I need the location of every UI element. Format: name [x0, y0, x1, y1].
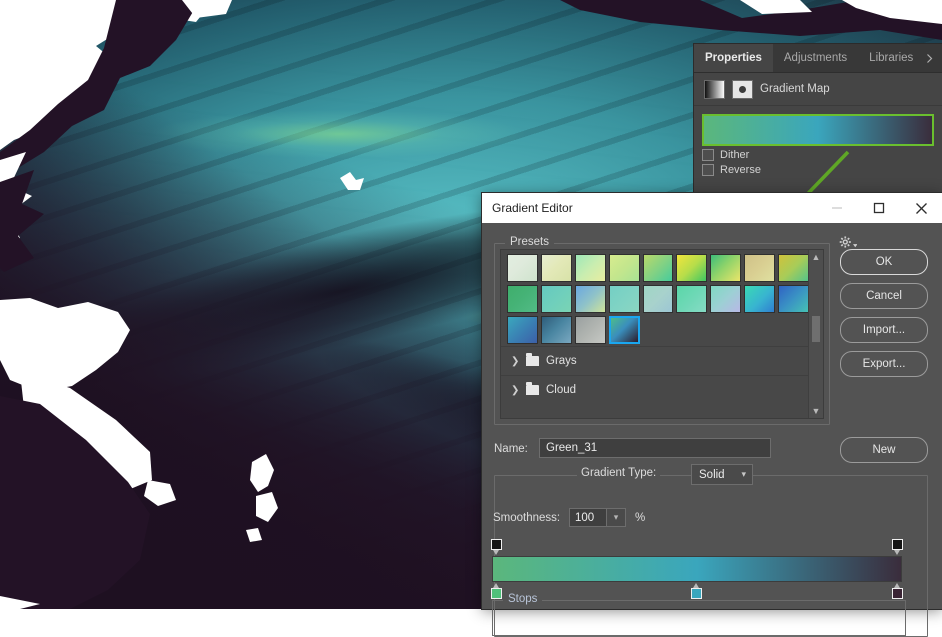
preset-swatch-selected[interactable] [609, 316, 640, 344]
name-input[interactable]: Green_31 [539, 438, 771, 458]
preset-folder-label: Cloud [546, 384, 576, 396]
color-stop[interactable] [892, 588, 903, 599]
reverse-row[interactable]: Reverse [694, 161, 942, 176]
preset-swatch[interactable] [507, 316, 538, 344]
preset-folder-cloud[interactable]: ❯ Cloud [501, 375, 809, 404]
chevron-down-icon: ▾ [741, 469, 746, 480]
new-button[interactable]: New [840, 437, 928, 463]
preset-swatch[interactable] [575, 254, 606, 282]
dialog-title-bar[interactable]: Gradient Editor [482, 193, 942, 224]
cancel-button[interactable]: Cancel [840, 283, 928, 309]
adjustment-title: Gradient Map [760, 83, 830, 95]
preset-swatch[interactable] [710, 285, 741, 313]
chevron-right-icon: ❯ [511, 385, 519, 396]
dialog-body: Presets [482, 223, 942, 609]
panel-menu-icon[interactable] [921, 44, 938, 72]
preset-swatch[interactable] [643, 285, 674, 313]
smoothness-unit: % [635, 512, 645, 524]
dialog-title: Gradient Editor [482, 201, 816, 215]
preset-row [507, 254, 809, 282]
import-button[interactable]: Import... [840, 317, 928, 343]
chevron-up-icon[interactable]: ▲ [809, 250, 823, 264]
gradient-settings-group: Gradient Type: Solid ▾ Smoothness: 100 ▾… [494, 475, 928, 637]
chevron-right-icon: ❯ [511, 356, 519, 367]
preset-swatch[interactable] [575, 285, 606, 313]
preset-swatch[interactable] [744, 254, 775, 282]
stops-legend: Stops [503, 593, 542, 605]
opacity-stop[interactable] [892, 539, 903, 550]
preset-swatch[interactable] [744, 285, 775, 313]
preset-swatch[interactable] [541, 285, 572, 313]
gradient-bar[interactable] [492, 556, 902, 582]
preset-swatch-grid [501, 250, 809, 350]
presets-legend: Presets [505, 236, 554, 248]
folder-icon [526, 356, 539, 366]
gradient-thumbnail-icon[interactable] [704, 80, 725, 99]
preset-swatch[interactable] [778, 285, 809, 313]
maximize-button[interactable] [858, 193, 900, 223]
chevron-down-icon[interactable]: ▾ [607, 508, 626, 527]
scrollbar-thumb[interactable] [812, 316, 820, 342]
properties-tab-bar: Properties Adjustments Libraries [694, 44, 942, 73]
tab-properties[interactable]: Properties [694, 44, 773, 72]
dither-label: Dither [720, 149, 749, 161]
gradient-type-label: Gradient Type: [577, 467, 660, 479]
preset-swatch[interactable] [575, 316, 606, 344]
smoothness-input[interactable]: 100 [569, 508, 607, 527]
preset-swatch[interactable] [609, 285, 640, 313]
preset-folder-grays[interactable]: ❯ Grays [501, 346, 809, 375]
gradient-preview-fill [704, 116, 932, 144]
smoothness-label: Smoothness: [493, 512, 560, 524]
properties-panel: Properties Adjustments Libraries Gradien… [694, 44, 942, 192]
preset-swatch[interactable] [643, 254, 674, 282]
name-label: Name: [494, 443, 528, 455]
gradient-preview-swatch[interactable] [702, 114, 934, 146]
tab-libraries[interactable]: Libraries [858, 44, 924, 72]
dither-checkbox[interactable] [702, 149, 714, 161]
dither-row[interactable]: Dither [694, 146, 942, 161]
preset-swatch[interactable] [778, 254, 809, 282]
folder-icon [526, 385, 539, 395]
gradient-strip-wrap [492, 556, 902, 582]
color-stop-selected[interactable] [691, 588, 702, 599]
preset-folder-label: Grays [546, 355, 577, 367]
gradient-type-select[interactable]: Solid ▾ [691, 464, 753, 485]
preset-swatch[interactable] [710, 254, 741, 282]
minimize-button[interactable] [816, 193, 858, 223]
color-stop[interactable] [491, 588, 502, 599]
preset-swatch[interactable] [676, 254, 707, 282]
adjustment-header-row: Gradient Map [694, 73, 942, 106]
ok-button[interactable]: OK [840, 249, 928, 275]
close-button[interactable] [900, 193, 942, 223]
presets-scrollbar[interactable]: ▲ ▼ [808, 250, 823, 418]
layer-mask-icon[interactable] [732, 80, 753, 99]
preset-row [507, 285, 809, 313]
gradient-type-value: Solid [699, 469, 725, 481]
export-button[interactable]: Export... [840, 351, 928, 377]
presets-list[interactable]: ❯ Grays ❯ Cloud ▲ ▼ [500, 249, 824, 419]
preset-swatch[interactable] [541, 254, 572, 282]
gradient-editor-dialog: Gradient Editor Presets [482, 193, 942, 609]
preset-swatch[interactable] [507, 254, 538, 282]
reverse-label: Reverse [720, 164, 761, 176]
preset-row [507, 316, 809, 344]
opacity-stop[interactable] [491, 539, 502, 550]
preset-swatch[interactable] [507, 285, 538, 313]
stops-group: Stops [492, 600, 906, 636]
preset-swatch[interactable] [676, 285, 707, 313]
presets-group: Presets [494, 243, 830, 425]
reverse-checkbox[interactable] [702, 164, 714, 176]
preset-swatch[interactable] [541, 316, 572, 344]
tab-adjustments[interactable]: Adjustments [773, 44, 858, 72]
chevron-down-icon[interactable]: ▼ [809, 404, 823, 418]
gear-icon[interactable] [839, 235, 857, 249]
preset-swatch[interactable] [609, 254, 640, 282]
